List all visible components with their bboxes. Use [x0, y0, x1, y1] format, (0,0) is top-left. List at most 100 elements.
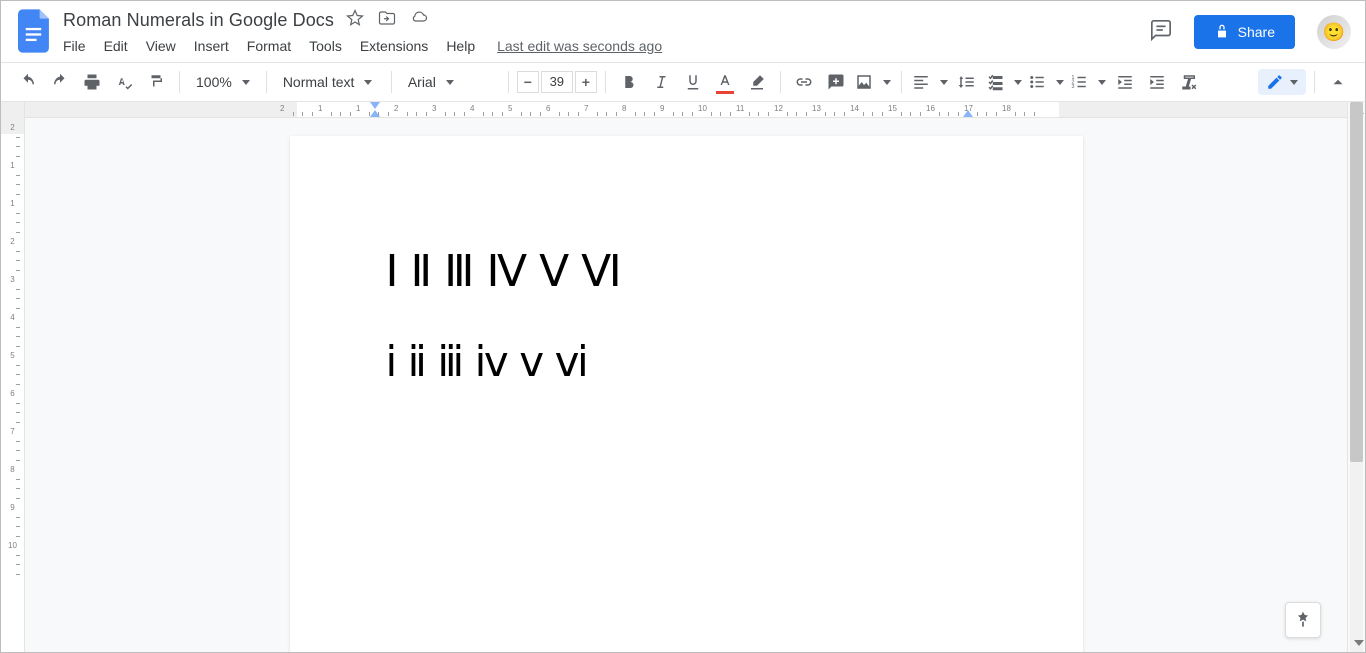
caret-down-icon: [364, 80, 372, 85]
vruler-tick: 2: [1, 237, 24, 246]
scroll-down-arrow[interactable]: [1354, 640, 1364, 650]
account-avatar[interactable]: 🙂: [1317, 15, 1351, 49]
text-color-button[interactable]: [710, 67, 740, 97]
vertical-ruler[interactable]: 2 1 1 2 3 4 5 6 7 8 9 10: [1, 102, 25, 652]
vruler-tick: 2: [1, 123, 24, 132]
menu-bar: File Edit View Insert Format Tools Exten…: [63, 38, 662, 54]
star-icon[interactable]: [346, 9, 364, 32]
hruler-tick: 9: [660, 104, 664, 113]
paint-format-button[interactable]: [141, 67, 171, 97]
hruler-tick: 15: [888, 104, 897, 113]
hruler-tick: 16: [926, 104, 935, 113]
menu-extensions[interactable]: Extensions: [360, 38, 428, 54]
hruler-tick: 14: [850, 104, 859, 113]
hruler-tick: 18: [1002, 104, 1011, 113]
insert-link-button[interactable]: [789, 67, 819, 97]
styles-select[interactable]: Normal text: [275, 67, 383, 97]
add-comment-button[interactable]: [821, 67, 851, 97]
document-title[interactable]: Roman Numerals in Google Docs: [63, 10, 334, 31]
insert-image-button[interactable]: [853, 67, 893, 97]
hruler-tick: 2: [280, 104, 284, 113]
cloud-status-icon[interactable]: [410, 9, 428, 32]
vruler-tick: 8: [1, 465, 24, 474]
caret-down-icon: [446, 80, 454, 85]
scrollbar-thumb[interactable]: [1350, 102, 1363, 462]
italic-button[interactable]: [646, 67, 676, 97]
vruler-tick: 4: [1, 313, 24, 322]
document-canvas[interactable]: Ⅰ Ⅱ Ⅲ Ⅳ Ⅴ Ⅵ ⅰ ⅱ ⅲ ⅳ ⅴ ⅵ: [25, 118, 1347, 652]
align-button[interactable]: [910, 67, 950, 97]
open-comments-icon[interactable]: [1150, 19, 1172, 46]
styles-value: Normal text: [283, 74, 355, 90]
caret-down-icon: [940, 80, 948, 85]
font-family-value: Arial: [408, 74, 436, 90]
hruler-tick: 1: [356, 104, 360, 113]
move-icon[interactable]: [378, 9, 396, 32]
menu-edit[interactable]: Edit: [104, 38, 128, 54]
vertical-scrollbar[interactable]: [1347, 102, 1365, 652]
vruler-tick: 6: [1, 389, 24, 398]
hruler-tick: 2: [394, 104, 398, 113]
collapse-toolbar-button[interactable]: [1323, 67, 1353, 97]
vruler-tick: 7: [1, 427, 24, 436]
hruler-tick: 7: [584, 104, 588, 113]
increase-indent-button[interactable]: [1142, 67, 1172, 97]
editing-mode-button[interactable]: [1258, 69, 1306, 95]
hruler-tick: 11: [736, 104, 744, 113]
last-edit-text[interactable]: Last edit was seconds ago: [497, 38, 662, 54]
menu-file[interactable]: File: [63, 38, 86, 54]
font-size-input[interactable]: 39: [541, 71, 573, 93]
first-line-indent-marker[interactable]: [370, 102, 380, 109]
caret-down-icon: [1290, 80, 1298, 85]
hruler-tick: 5: [508, 104, 512, 113]
explore-button[interactable]: [1285, 602, 1321, 638]
vruler-tick: 1: [1, 161, 24, 170]
hruler-tick: 4: [470, 104, 474, 113]
bulleted-list-button[interactable]: [1026, 67, 1066, 97]
vruler-tick: 10: [1, 541, 24, 550]
spellcheck-button[interactable]: [109, 67, 139, 97]
hruler-tick: 10: [698, 104, 707, 113]
vruler-tick: 3: [1, 275, 24, 284]
vruler-tick: 1: [1, 199, 24, 208]
menu-view[interactable]: View: [146, 38, 176, 54]
horizontal-ruler[interactable]: 21123456789101112131415161718: [25, 102, 1347, 118]
caret-down-icon: [1014, 80, 1022, 85]
decrease-indent-button[interactable]: [1110, 67, 1140, 97]
menu-format[interactable]: Format: [247, 38, 291, 54]
vruler-tick: 5: [1, 351, 24, 360]
hruler-tick: 1: [318, 104, 322, 113]
checklist-button[interactable]: [984, 67, 1024, 97]
workspace: 2112345678910 21123456789101112131415161…: [1, 102, 1365, 652]
caret-down-icon: [242, 80, 250, 85]
zoom-select[interactable]: 100%: [188, 67, 258, 97]
font-family-select[interactable]: Arial: [400, 67, 500, 97]
menu-tools[interactable]: Tools: [309, 38, 342, 54]
redo-button[interactable]: [45, 67, 75, 97]
print-button[interactable]: [77, 67, 107, 97]
share-button[interactable]: Share: [1194, 15, 1295, 49]
menu-insert[interactable]: Insert: [194, 38, 229, 54]
font-size-increase[interactable]: +: [575, 71, 597, 93]
caret-down-icon: [883, 80, 891, 85]
font-size-decrease[interactable]: −: [517, 71, 539, 93]
numbered-list-button[interactable]: 123: [1068, 67, 1108, 97]
toolbar: 100% Normal text Arial − 39 +: [1, 63, 1365, 101]
hruler-tick: 17: [964, 104, 973, 113]
docs-logo[interactable]: [15, 11, 55, 51]
titlebar: Roman Numerals in Google Docs File Edit …: [1, 1, 1365, 54]
highlight-color-button[interactable]: [742, 67, 772, 97]
bold-button[interactable]: [614, 67, 644, 97]
doc-line-0[interactable]: Ⅰ Ⅱ Ⅲ Ⅳ Ⅴ Ⅵ: [386, 248, 987, 296]
line-spacing-button[interactable]: [952, 67, 982, 97]
menu-help[interactable]: Help: [446, 38, 475, 54]
undo-button[interactable]: [13, 67, 43, 97]
doc-line-1[interactable]: ⅰ ⅱ ⅲ ⅳ ⅴ ⅵ: [386, 340, 987, 386]
hruler-tick: 6: [546, 104, 550, 113]
caret-down-icon: [1056, 80, 1064, 85]
document-page[interactable]: Ⅰ Ⅱ Ⅲ Ⅳ Ⅴ Ⅵ ⅰ ⅱ ⅲ ⅳ ⅴ ⅵ: [290, 136, 1083, 652]
clear-formatting-button[interactable]: [1174, 67, 1204, 97]
vruler-tick: 9: [1, 503, 24, 512]
font-size-group: − 39 +: [517, 71, 597, 93]
underline-button[interactable]: [678, 67, 708, 97]
